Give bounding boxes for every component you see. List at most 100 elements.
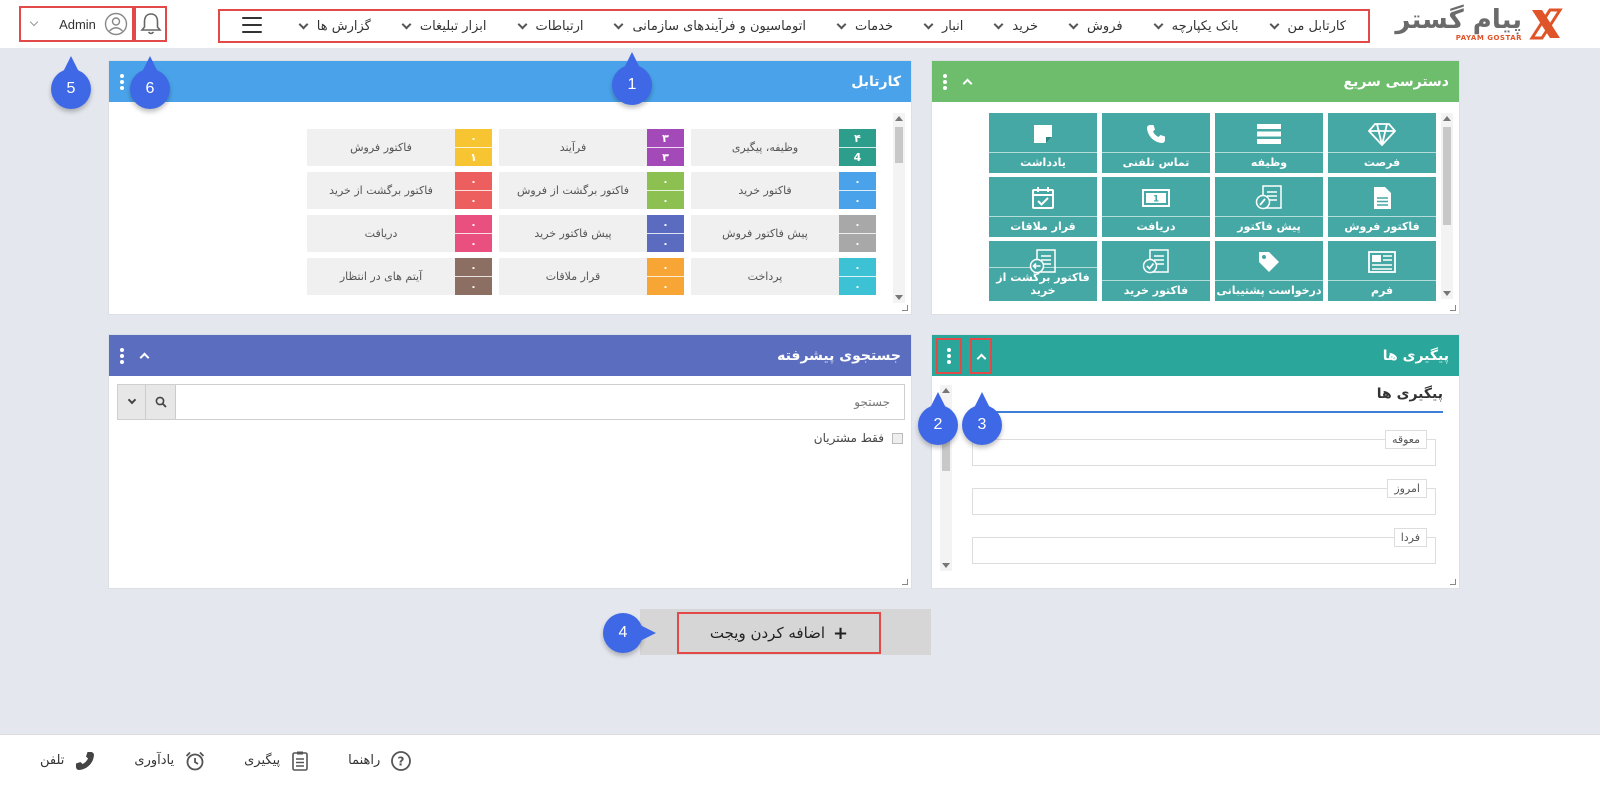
only-customers-label: فقط مشتریان <box>813 431 884 445</box>
quick-access-tile[interactable]: فاکتور برگشت از خرید <box>989 241 1097 301</box>
only-customers-checkbox[interactable] <box>892 432 903 444</box>
return-invoice-icon <box>1029 249 1057 274</box>
nav-item[interactable]: خدمات <box>836 19 893 34</box>
bell-icon <box>139 13 162 35</box>
brand-logo[interactable]: پیام گستر PAYAM GOSTAR <box>1388 4 1564 44</box>
kartable-item[interactable]: ۰ ۱ فاکتور فروش <box>307 129 492 166</box>
widget-menu-icon <box>946 347 952 364</box>
kartable-count-badge: ۰۰ <box>647 172 684 209</box>
kartable-count-badge: ۰۰ <box>647 215 684 252</box>
quick-access-tile[interactable]: تماس تلفنی <box>1102 113 1210 173</box>
kartable-item-label: فاکتور خرید <box>738 184 792 197</box>
kartable-scrollbar[interactable] <box>893 113 905 303</box>
widget-menu-icon[interactable] <box>119 347 125 364</box>
clipboard-icon <box>292 751 308 771</box>
quick-access-tile-label: پیش فاکتور <box>1215 216 1323 233</box>
user-menu[interactable]: Admin <box>19 6 134 42</box>
quick-access-tile[interactable]: وظیفه <box>1215 113 1323 173</box>
kartable-item[interactable]: ۰ ۰ پیش فاکتور فروش <box>691 215 876 252</box>
kartable-item-label: وظیفه، پیگیری <box>731 141 799 154</box>
search-button[interactable] <box>146 385 176 419</box>
kartable-grid: ۴ 4 وظیفه، پیگیری ۳ ۳ فرآیند ۰ ۱ فاکتور فروش ۰ ۰ فا… <box>307 129 876 295</box>
user-name: Admin <box>59 16 96 32</box>
top-bar: پیام گستر PAYAM GOSTAR کارتابل من بانک یک… <box>0 0 1600 48</box>
nav-item-label: ابزار تبلیغات <box>419 18 487 34</box>
search-icon <box>155 396 167 408</box>
form-icon <box>1368 250 1396 274</box>
footer-followup[interactable]: پیگیری <box>244 750 310 772</box>
kartable-count-badge: ۰۰ <box>647 258 684 295</box>
nav-item-label: گزارش ها <box>316 18 371 34</box>
quick-access-tile[interactable]: فاکتور فروش <box>1328 177 1436 237</box>
badge-bottom-count: ۰ <box>470 279 477 293</box>
nav-item[interactable]: بانک یکپارچه <box>1153 19 1239 34</box>
collapse-icon[interactable] <box>962 78 973 89</box>
kartable-item-label: پرداخت <box>747 270 783 283</box>
alarm-clock-icon <box>185 751 205 770</box>
brand-name-fa: پیام گستر <box>1395 4 1522 35</box>
add-widget-button[interactable]: + اضافه کردن ویجت <box>677 612 881 654</box>
widget-menu-icon[interactable] <box>119 73 125 90</box>
footer-help[interactable]: راهنما ? <box>348 750 412 772</box>
quick-access-tile[interactable]: فاکتور خرید <box>1102 241 1210 301</box>
quick-access-tile[interactable]: درخواست پشتیبانی <box>1215 241 1323 301</box>
kartable-item-label: پیش فاکتور فروش <box>722 227 808 240</box>
nav-item[interactable]: کارتابل من <box>1269 19 1346 34</box>
nav-item[interactable]: انبار <box>923 19 963 34</box>
kartable-item[interactable]: ۳ ۳ فرآیند <box>499 129 684 166</box>
quick-access-tile[interactable]: 1 دریافت <box>1102 177 1210 237</box>
quick-access-tile[interactable]: فرم <box>1328 241 1436 301</box>
kartable-count-badge: ۰۰ <box>839 215 876 252</box>
search-options-dropdown[interactable] <box>118 385 146 419</box>
followup-group-tomorrow[interactable]: فردا <box>972 528 1436 564</box>
resize-handle[interactable] <box>1450 305 1456 311</box>
quick-access-tile[interactable]: فرصت <box>1328 113 1436 173</box>
kartable-item[interactable]: ۰ ۰ فاکتور خرید <box>691 172 876 209</box>
nav-item[interactable]: فروش <box>1068 19 1123 34</box>
collapse-button[interactable] <box>970 337 992 374</box>
collapse-icon[interactable] <box>139 352 150 363</box>
callout-marker-1: 1 <box>612 52 652 105</box>
footer-phone[interactable]: تلفن <box>40 750 96 772</box>
badge-bottom-count: ۰ <box>470 193 477 207</box>
kartable-item[interactable]: ۰ ۰ آیتم های در انتظار <box>307 258 492 295</box>
footer-reminder[interactable]: یادآوری <box>134 750 206 772</box>
widget-menu-button[interactable] <box>936 337 962 374</box>
followup-group-today[interactable]: امروز <box>972 479 1436 515</box>
kartable-item[interactable]: ۰ ۰ فاکتور برگشت از خرید <box>307 172 492 209</box>
nav-item[interactable]: اتوماسیون و فرآیندهای سازمانی <box>614 19 806 34</box>
quick-access-tile-label: قرار ملاقات <box>989 216 1097 233</box>
phone-icon <box>76 751 95 770</box>
quick-access-tile-label: فاکتور فروش <box>1328 216 1436 233</box>
quick-access-scrollbar[interactable] <box>1441 113 1453 299</box>
kartable-item[interactable]: ۰ ۰ قرار ملاقات <box>499 258 684 295</box>
badge-bottom-count: ۰ <box>854 236 861 250</box>
resize-handle[interactable] <box>902 305 908 311</box>
kartable-item[interactable]: ۴ 4 وظیفه، پیگیری <box>691 129 876 166</box>
quick-access-tile[interactable]: یادداشت <box>989 113 1097 173</box>
badge-top-count: ۰ <box>455 129 492 148</box>
footer-item-label: یادآوری <box>134 753 175 768</box>
quick-access-tile[interactable]: پیش فاکتور <box>1215 177 1323 237</box>
nav-item[interactable]: گزارش ها <box>298 18 371 34</box>
kartable-item[interactable]: ۰ ۰ دریافت <box>307 215 492 252</box>
search-input[interactable] <box>176 385 904 419</box>
nav-item[interactable]: ارتباطات <box>517 19 583 34</box>
footer-item-label: پیگیری <box>244 753 281 768</box>
nav-item[interactable]: ابزار تبلیغات <box>401 18 487 34</box>
notifications-button[interactable] <box>134 6 167 42</box>
quick-access-tile[interactable]: قرار ملاقات <box>989 177 1097 237</box>
kartable-item[interactable]: ۰ ۰ پرداخت <box>691 258 876 295</box>
followup-group-overdue[interactable]: معوقه <box>972 430 1436 466</box>
quick-access-tile-label: وظیفه <box>1215 152 1323 169</box>
menu-toggle-icon[interactable] <box>242 17 262 33</box>
resize-handle[interactable] <box>902 579 908 585</box>
kartable-item[interactable]: ۰ ۰ فاکتور برگشت از فروش <box>499 172 684 209</box>
kartable-item[interactable]: ۰ ۰ پیش فاکتور خرید <box>499 215 684 252</box>
proforma-icon <box>1255 185 1283 210</box>
widget-menu-icon[interactable] <box>942 73 948 90</box>
nav-item[interactable]: خرید <box>993 19 1038 34</box>
footer-bar: تلفن یادآوری پیگیری راهنما ? <box>0 734 1600 786</box>
resize-handle[interactable] <box>1450 579 1456 585</box>
footer-item-label: راهنما <box>348 753 381 768</box>
